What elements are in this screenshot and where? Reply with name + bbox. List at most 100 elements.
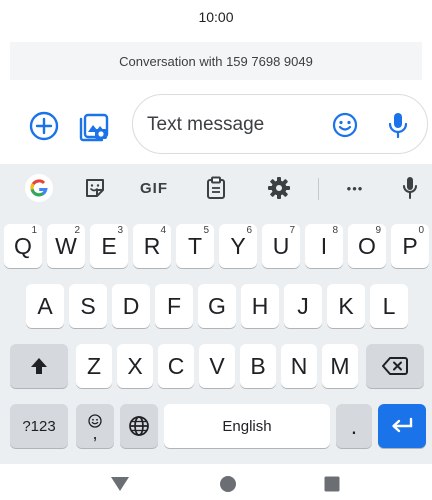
key-j[interactable]: J <box>284 284 322 328</box>
shift-key[interactable] <box>10 344 68 388</box>
microphone-icon <box>388 113 408 139</box>
toolbar-divider <box>318 178 319 200</box>
key-k[interactable]: K <box>327 284 365 328</box>
soft-keyboard: GIF ••• Q 1 W 2 E 3 R 4 T 5 Y 6 U 7 I 8 … <box>0 164 432 464</box>
voice-input-button[interactable] <box>383 109 413 141</box>
recents-square-icon <box>324 476 340 492</box>
key-label: T <box>187 232 203 259</box>
clipboard-icon <box>207 176 225 199</box>
backspace-key[interactable] <box>366 344 424 388</box>
gif-button[interactable]: GIF <box>134 172 174 204</box>
key-w[interactable]: W2 <box>47 224 85 268</box>
home-circle-icon <box>220 476 236 492</box>
key-label: J <box>297 292 309 319</box>
key-p[interactable]: P0 <box>391 224 429 268</box>
sticker-button[interactable] <box>78 172 112 204</box>
key-a[interactable]: A <box>26 284 64 328</box>
gallery-button[interactable] <box>76 106 112 144</box>
key-label: Z <box>86 352 102 379</box>
settings-button[interactable] <box>264 172 294 204</box>
key-q[interactable]: Q1 <box>4 224 42 268</box>
back-button[interactable] <box>108 474 132 494</box>
space-label: English <box>222 417 272 435</box>
recents-button[interactable] <box>320 474 344 494</box>
key-label: Y <box>230 232 246 259</box>
key-c[interactable]: C <box>158 344 194 388</box>
key-label: L <box>382 292 396 319</box>
key-label: U <box>272 232 290 259</box>
navigation-bar <box>0 464 432 500</box>
key-x[interactable]: X <box>117 344 153 388</box>
key-s[interactable]: S <box>69 284 107 328</box>
key-label: D <box>122 292 140 319</box>
home-button[interactable] <box>216 474 240 494</box>
key-label: X <box>127 352 143 379</box>
key-t[interactable]: T5 <box>176 224 214 268</box>
key-r[interactable]: R4 <box>133 224 171 268</box>
key-label: E <box>101 232 117 259</box>
key-y[interactable]: Y6 <box>219 224 257 268</box>
emoji-comma-key[interactable]: , <box>76 404 114 448</box>
language-key[interactable] <box>120 404 158 448</box>
key-e[interactable]: E3 <box>90 224 128 268</box>
key-label: Q <box>14 232 32 259</box>
period-label: . <box>350 412 358 439</box>
key-b[interactable]: B <box>240 344 276 388</box>
gallery-icon <box>79 113 109 142</box>
microphone-icon <box>403 177 417 199</box>
key-h[interactable]: H <box>241 284 279 328</box>
message-input[interactable] <box>147 109 327 141</box>
key-g[interactable]: G <box>198 284 236 328</box>
key-label: H <box>251 292 269 319</box>
key-v[interactable]: V <box>199 344 235 388</box>
gear-icon <box>268 177 290 199</box>
key-number-hint: 5 <box>203 225 209 236</box>
key-label: R <box>143 232 161 259</box>
space-key[interactable]: English <box>164 404 330 448</box>
key-label: A <box>37 292 53 319</box>
key-number-hint: 0 <box>418 225 424 236</box>
globe-icon <box>129 416 149 436</box>
key-l[interactable]: L <box>370 284 408 328</box>
key-number-hint: 6 <box>246 225 252 236</box>
status-bar: 10:00 <box>0 0 432 34</box>
key-label: N <box>290 352 308 379</box>
key-f[interactable]: F <box>155 284 193 328</box>
key-label: P <box>402 232 418 259</box>
add-attachment-button[interactable] <box>26 108 62 144</box>
key-z[interactable]: Z <box>76 344 112 388</box>
key-number-hint: 4 <box>160 225 166 236</box>
key-o[interactable]: O9 <box>348 224 386 268</box>
key-number-hint: 1 <box>31 225 37 236</box>
key-u[interactable]: U7 <box>262 224 300 268</box>
comma-label: , <box>92 423 98 443</box>
key-number-hint: 8 <box>332 225 338 236</box>
google-icon <box>25 174 53 202</box>
key-label: K <box>338 292 354 319</box>
emoji-icon <box>332 112 358 138</box>
enter-key[interactable] <box>378 404 426 448</box>
symbols-key[interactable]: ?123 <box>10 404 68 448</box>
keyboard-voice-button[interactable] <box>398 172 422 204</box>
conversation-title: Conversation with 159 7698 9049 <box>119 53 313 69</box>
key-n[interactable]: N <box>281 344 317 388</box>
back-triangle-icon <box>111 477 129 491</box>
message-input-container[interactable] <box>132 94 428 154</box>
more-options-button[interactable]: ••• <box>338 172 372 204</box>
conversation-banner: Conversation with 159 7698 9049 <box>10 42 422 80</box>
key-number-hint: 2 <box>74 225 80 236</box>
emoji-button[interactable] <box>331 111 359 139</box>
key-i[interactable]: I8 <box>305 224 343 268</box>
key-label: M <box>330 352 350 379</box>
shift-icon <box>31 358 47 374</box>
google-search-button[interactable] <box>22 172 56 204</box>
key-label: G <box>208 292 226 319</box>
key-d[interactable]: D <box>112 284 150 328</box>
key-m[interactable]: M <box>322 344 358 388</box>
key-label: B <box>250 352 266 379</box>
status-time: 10:00 <box>198 9 234 25</box>
compose-row <box>0 92 432 158</box>
clipboard-button[interactable] <box>202 172 230 204</box>
sticker-icon <box>86 179 104 197</box>
period-key[interactable]: . <box>336 404 372 448</box>
